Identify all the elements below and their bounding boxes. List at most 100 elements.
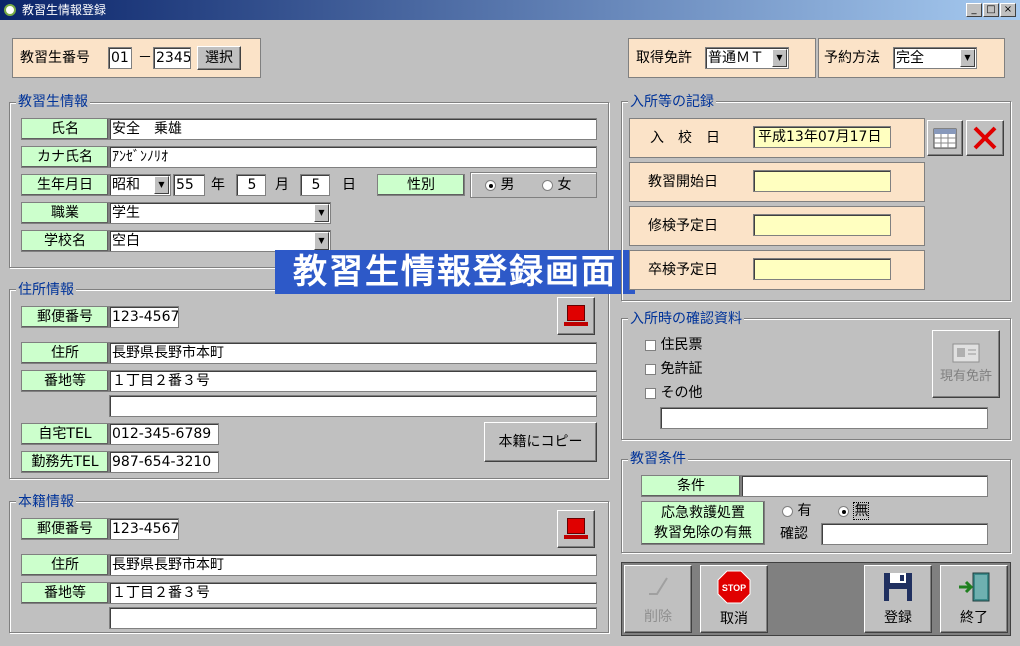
dash-separator: － bbox=[138, 50, 152, 66]
zip-label: 郵便番号 bbox=[21, 306, 109, 328]
record-title: 入所等の記録 bbox=[628, 94, 716, 110]
chevron-down-icon[interactable]: ▼ bbox=[314, 232, 329, 250]
name-label: 氏名 bbox=[21, 118, 109, 140]
cancel-label: 取消 bbox=[720, 611, 748, 627]
enter-date-label: 入 校 日 bbox=[650, 130, 720, 146]
radio-male[interactable] bbox=[485, 179, 496, 191]
firstaid-yes-option[interactable]: 有 bbox=[782, 501, 811, 521]
checkbox-menkyosho[interactable] bbox=[645, 363, 656, 375]
zip-field[interactable]: 123-4567 bbox=[109, 306, 179, 328]
yes-label: 有 bbox=[797, 503, 812, 519]
radio-female[interactable] bbox=[542, 179, 553, 191]
menkyosho-label: 免許証 bbox=[660, 361, 703, 377]
shuken-date-field[interactable] bbox=[753, 214, 891, 236]
school-select[interactable]: 空白 ▼ bbox=[109, 230, 331, 252]
screen-caption: 教習生情報登録画面 bbox=[275, 250, 635, 294]
docs-title: 入所時の確認資料 bbox=[628, 311, 744, 327]
postal-lookup-button[interactable] bbox=[557, 297, 595, 335]
checkbox-juminhyo[interactable] bbox=[645, 339, 656, 351]
confirm-field[interactable] bbox=[821, 523, 988, 545]
honseki-banchi-field-2[interactable] bbox=[109, 607, 597, 629]
copy-to-honseki-button[interactable]: 本籍にコピー bbox=[484, 422, 597, 462]
enter-date-field[interactable]: 平成13年07月17日 bbox=[753, 126, 891, 148]
school-label: 学校名 bbox=[21, 230, 109, 252]
minimize-button[interactable]: _ bbox=[966, 3, 982, 17]
birth-year-field[interactable]: 55 bbox=[173, 174, 205, 196]
reserve-select[interactable]: 完全 ▼ bbox=[893, 47, 977, 69]
window-title: 教習生情報登録 bbox=[22, 3, 107, 17]
banchi-label: 番地等 bbox=[21, 370, 109, 392]
postbox-icon bbox=[567, 305, 585, 321]
student-number-part2[interactable]: 2345 bbox=[153, 47, 191, 69]
doc-item-menkyosho[interactable]: 免許証 bbox=[645, 359, 702, 379]
doc-item-juminhyo[interactable]: 住民票 bbox=[645, 335, 702, 355]
birth-month-field[interactable]: 5 bbox=[236, 174, 266, 196]
firstaid-label: 応急救護処置 教習免除の有無 bbox=[641, 501, 765, 545]
student-info-title: 教習生情報 bbox=[16, 94, 90, 110]
chevron-down-icon[interactable]: ▼ bbox=[772, 49, 787, 67]
name-field[interactable]: 安全 乗雄 bbox=[109, 118, 597, 140]
start-date-label: 教習開始日 bbox=[648, 174, 718, 190]
calendar-icon bbox=[933, 128, 957, 149]
start-date-field[interactable] bbox=[753, 170, 891, 192]
stop-sign-icon: STOP bbox=[717, 570, 751, 604]
exit-button[interactable]: 終了 bbox=[940, 565, 1008, 633]
cancel-button[interactable]: STOP 取消 bbox=[700, 565, 768, 633]
no-label: 無 bbox=[853, 502, 870, 520]
honseki-postal-lookup-button[interactable] bbox=[557, 510, 595, 548]
delete-button[interactable]: 削除 bbox=[624, 565, 692, 633]
addr-field[interactable]: 長野県長野市本町 bbox=[109, 342, 597, 364]
close-button[interactable]: × bbox=[1000, 3, 1016, 17]
banchi-field-2[interactable] bbox=[109, 395, 597, 417]
chevron-down-icon[interactable]: ▼ bbox=[154, 176, 169, 194]
other-label: その他 bbox=[660, 385, 703, 401]
current-license-label: 現有免許 bbox=[939, 369, 992, 384]
radio-yes[interactable] bbox=[782, 505, 793, 517]
chevron-down-icon[interactable]: ▼ bbox=[960, 49, 975, 67]
era-select[interactable]: 昭和 ▼ bbox=[109, 174, 171, 196]
register-label: 登録 bbox=[884, 610, 912, 626]
birth-day-field[interactable]: 5 bbox=[300, 174, 330, 196]
banchi-field[interactable]: １丁目２番３号 bbox=[109, 370, 597, 392]
student-number-part1[interactable]: 01 bbox=[108, 47, 132, 69]
kana-label: カナ氏名 bbox=[21, 146, 109, 168]
gender-male-option[interactable]: 男 bbox=[485, 175, 514, 195]
juminhyo-label: 住民票 bbox=[660, 337, 703, 353]
postbox-icon bbox=[567, 518, 585, 534]
honseki-addr-field[interactable]: 長野県長野市本町 bbox=[109, 554, 597, 576]
conditions-title: 教習条件 bbox=[628, 451, 688, 467]
select-button[interactable]: 選択 bbox=[197, 46, 241, 70]
checkbox-other[interactable] bbox=[645, 387, 656, 399]
chevron-down-icon[interactable]: ▼ bbox=[314, 204, 329, 222]
current-license-button[interactable]: 現有免許 bbox=[932, 330, 1000, 398]
license-label: 取得免許 bbox=[636, 50, 692, 66]
firstaid-no-option[interactable]: 無 bbox=[838, 501, 870, 521]
honseki-banchi-label: 番地等 bbox=[21, 582, 109, 604]
maximize-button[interactable]: □ bbox=[983, 3, 999, 17]
calendar-button[interactable] bbox=[927, 120, 963, 156]
job-select[interactable]: 学生 ▼ bbox=[109, 202, 331, 224]
work-tel-field[interactable]: 987-654-3210 bbox=[109, 451, 219, 473]
floppy-disk-icon bbox=[884, 573, 912, 601]
doc-item-other[interactable]: その他 bbox=[645, 383, 702, 403]
radio-no[interactable] bbox=[838, 505, 849, 517]
honseki-zip-field[interactable]: 123-4567 bbox=[109, 518, 179, 540]
license-select[interactable]: 普通ＭＴ ▼ bbox=[705, 47, 789, 69]
cond-field[interactable] bbox=[741, 475, 988, 497]
home-tel-field[interactable]: 012-345-6789 bbox=[109, 423, 219, 445]
honseki-zip-label: 郵便番号 bbox=[21, 518, 109, 540]
gender-female-option[interactable]: 女 bbox=[542, 175, 571, 195]
sotsuken-date-field[interactable] bbox=[753, 258, 891, 280]
license-value: 普通ＭＴ bbox=[708, 50, 764, 66]
title-bar: 教習生情報登録 bbox=[0, 0, 1020, 20]
job-value: 学生 bbox=[112, 205, 140, 221]
era-value: 昭和 bbox=[112, 177, 140, 193]
register-button[interactable]: 登録 bbox=[864, 565, 932, 633]
honseki-banchi-field[interactable]: １丁目２番３号 bbox=[109, 582, 597, 604]
clear-date-button[interactable] bbox=[966, 120, 1004, 156]
honseki-addr-label: 住所 bbox=[21, 554, 109, 576]
other-doc-field[interactable] bbox=[660, 407, 988, 429]
exit-door-icon bbox=[959, 572, 990, 602]
reserve-value: 完全 bbox=[896, 50, 924, 66]
kana-field[interactable]: ｱﾝｾﾞﾝﾉﾘｵ bbox=[109, 146, 597, 168]
